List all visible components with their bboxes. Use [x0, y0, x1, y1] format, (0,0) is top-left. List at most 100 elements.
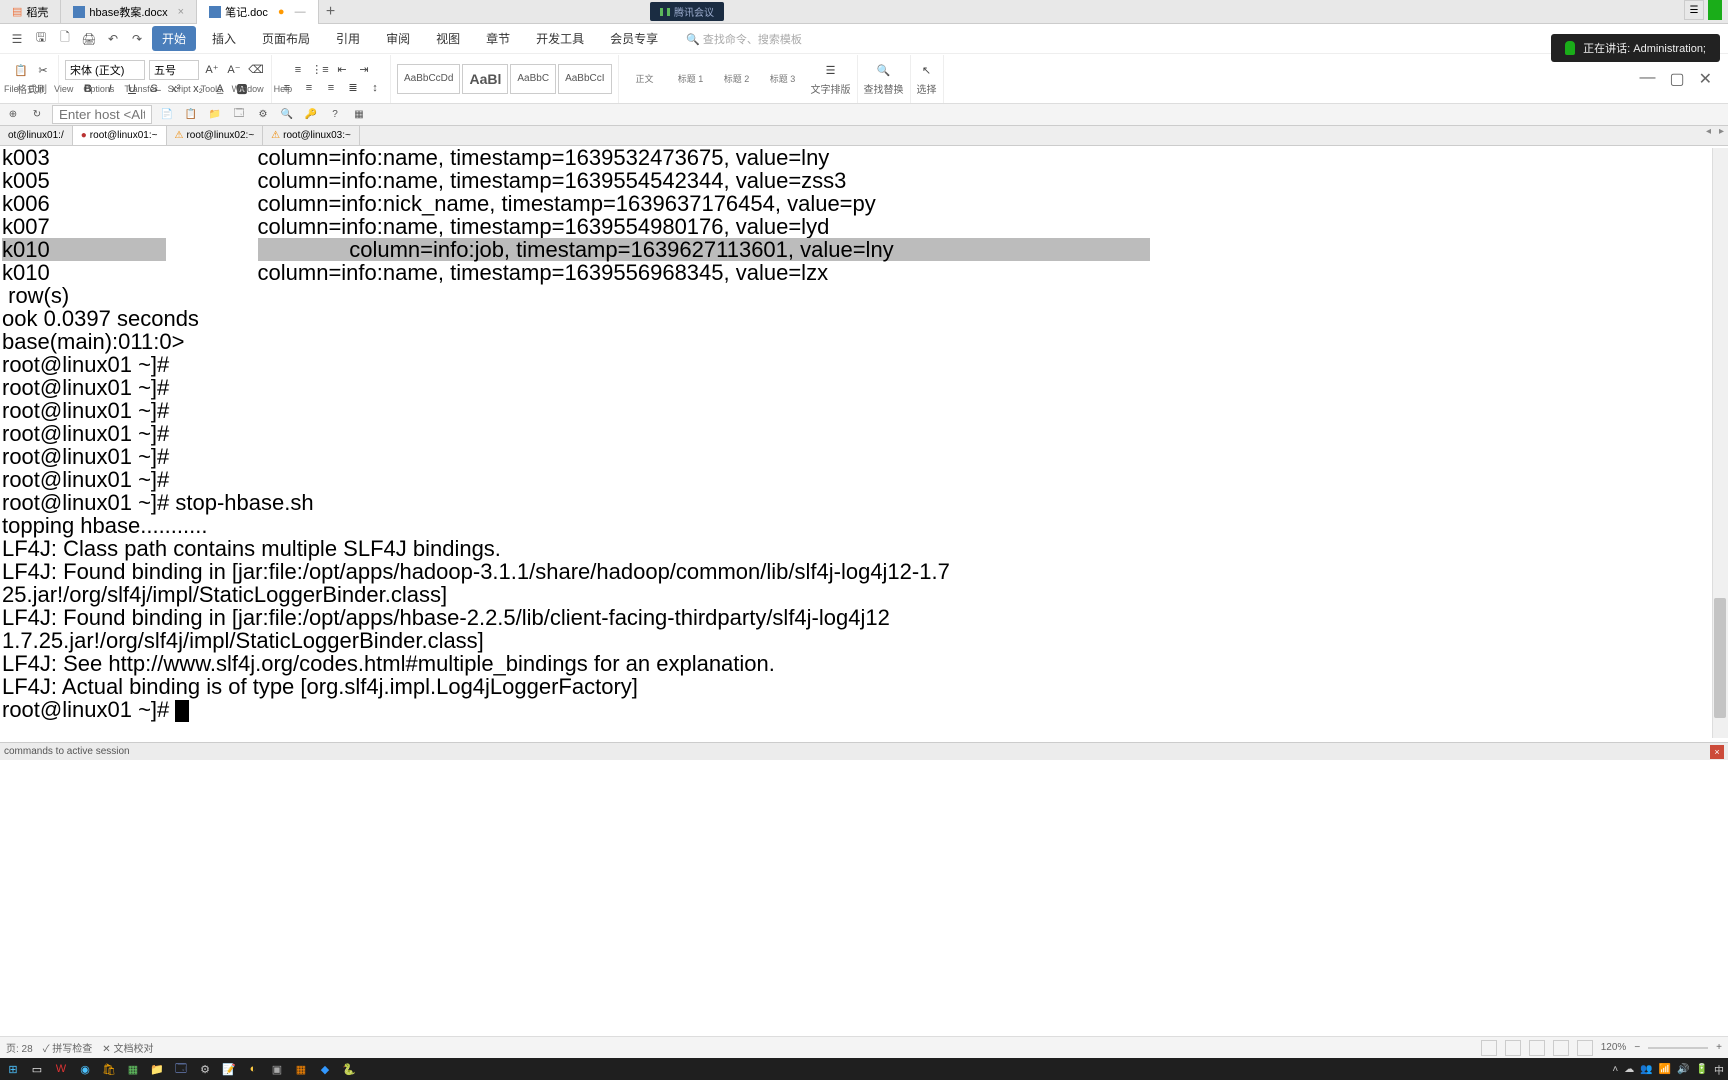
session-tab-0[interactable]: ot@linux01:/: [0, 126, 73, 145]
bullets-icon[interactable]: ≡: [289, 61, 307, 79]
justify-icon[interactable]: ≣: [344, 79, 362, 97]
menu-tools[interactable]: Tools: [201, 84, 222, 94]
doc-tab-hbase[interactable]: hbase教案.docx×: [61, 0, 197, 24]
session-tab-3[interactable]: ⚠root@linux03:~: [263, 126, 360, 145]
tray-chevron-icon[interactable]: ˄: [1612, 1064, 1618, 1075]
size-select[interactable]: [149, 60, 199, 80]
edge-icon[interactable]: ◉: [76, 1060, 94, 1078]
menu-icon[interactable]: ☰: [8, 30, 26, 48]
zoom-slider[interactable]: [1648, 1047, 1708, 1049]
search-icon[interactable]: 🔍: [278, 106, 296, 124]
menu-transfer[interactable]: Transfer: [124, 84, 157, 94]
font-select[interactable]: [65, 60, 145, 80]
tab-layout[interactable]: 页面布局: [252, 26, 320, 51]
menu-button[interactable]: ☰: [1684, 0, 1704, 20]
maximize-button[interactable]: ▢: [1669, 69, 1684, 89]
tab-chapter[interactable]: 章节: [476, 26, 520, 51]
folder-icon[interactable]: 📁: [206, 106, 224, 124]
style-h3[interactable]: AaBbCcI: [558, 64, 611, 94]
properties-icon[interactable]: 🗔: [230, 106, 248, 124]
close-icon[interactable]: ×: [1710, 745, 1724, 759]
help-icon[interactable]: ?: [326, 106, 344, 124]
view-mode-icon[interactable]: [1505, 1040, 1521, 1056]
grow-font-icon[interactable]: A⁺: [203, 61, 221, 79]
style-h2[interactable]: AaBbC: [510, 64, 556, 94]
grid-icon[interactable]: ▦: [350, 106, 368, 124]
indent-icon[interactable]: ⇥: [355, 61, 373, 79]
session-tab-2[interactable]: ⚠root@linux02:~: [167, 126, 264, 145]
zoom-level[interactable]: 120%: [1601, 1042, 1627, 1053]
ribbon-search[interactable]: 查找命令、搜索模板: [686, 31, 802, 47]
outdent-icon[interactable]: ⇤: [333, 61, 351, 79]
menu-view[interactable]: View: [54, 84, 73, 94]
wps-icon[interactable]: W: [52, 1060, 70, 1078]
style-h1[interactable]: AaBl: [462, 64, 508, 94]
view-mode-icon[interactable]: [1481, 1040, 1497, 1056]
task-view-icon[interactable]: ▭: [28, 1060, 46, 1078]
command-send-bar[interactable]: commands to active session ×: [0, 742, 1728, 760]
align-center-icon[interactable]: ≡: [300, 79, 318, 97]
chrome-icon[interactable]: ◐: [244, 1060, 262, 1078]
paste-icon[interactable]: 📋: [12, 61, 30, 79]
settings-icon[interactable]: ⚙: [254, 106, 272, 124]
align-right-icon[interactable]: ≡: [322, 79, 340, 97]
menu-file[interactable]: File: [4, 84, 19, 94]
line-spacing-icon[interactable]: ↕: [366, 79, 384, 97]
close-icon[interactable]: ×: [178, 6, 184, 18]
tab-member[interactable]: 会员专享: [600, 26, 668, 51]
save-icon[interactable]: 🖫: [32, 30, 50, 48]
terminal-output[interactable]: k003 column=info:name, timestamp=1639532…: [0, 146, 1728, 736]
undo-icon[interactable]: ↶: [104, 30, 122, 48]
redo-icon[interactable]: ↷: [128, 30, 146, 48]
terminal-icon[interactable]: ▣: [268, 1060, 286, 1078]
close-icon[interactable]: —: [295, 6, 306, 18]
store-icon[interactable]: 🛍: [100, 1060, 118, 1078]
next-tab-icon[interactable]: ▸: [1715, 126, 1728, 145]
tray-battery-icon[interactable]: 🔋: [1696, 1064, 1708, 1075]
app-icon[interactable]: ▦: [292, 1060, 310, 1078]
select-group[interactable]: ↖ 选择: [911, 55, 944, 103]
key-icon[interactable]: 🔑: [302, 106, 320, 124]
app-icon[interactable]: ▦: [124, 1060, 142, 1078]
notes-icon[interactable]: 📝: [220, 1060, 238, 1078]
tray-volume-icon[interactable]: 🔊: [1677, 1064, 1689, 1075]
cut-icon[interactable]: ✂: [34, 61, 52, 79]
settings-icon[interactable]: ⚙: [196, 1060, 214, 1078]
explorer-icon[interactable]: 📁: [148, 1060, 166, 1078]
style-body[interactable]: AaBbCcDd: [397, 64, 460, 94]
clear-format-icon[interactable]: ⌫: [247, 61, 265, 79]
minimize-button[interactable]: —: [1639, 69, 1655, 89]
app-icon[interactable]: ◆: [316, 1060, 334, 1078]
python-icon[interactable]: 🐍: [340, 1060, 358, 1078]
find-group[interactable]: 🔍 查找替换: [858, 55, 911, 103]
zoom-in-button[interactable]: +: [1716, 1042, 1722, 1053]
tray-people-icon[interactable]: 👥: [1640, 1064, 1652, 1075]
tray-wifi-icon[interactable]: 📶: [1659, 1064, 1671, 1075]
spellcheck-toggle[interactable]: ✓ 拼写检查: [43, 1040, 93, 1055]
tencent-meeting-badge[interactable]: 腾讯会议: [650, 2, 724, 21]
view-mode-icon[interactable]: [1529, 1040, 1545, 1056]
text-layout-group[interactable]: ☰ 文字排版: [805, 55, 858, 103]
menu-help[interactable]: Help: [274, 84, 293, 94]
view-mode-icon[interactable]: [1577, 1040, 1593, 1056]
print-preview-icon[interactable]: 🗋: [56, 30, 74, 48]
tab-review[interactable]: 审阅: [376, 26, 420, 51]
tray-cloud-icon[interactable]: ☁: [1624, 1064, 1634, 1075]
session-tab-1[interactable]: ●root@linux01:~: [73, 126, 167, 145]
prev-tab-icon[interactable]: ◂: [1702, 126, 1715, 145]
doc-tab-daoke[interactable]: ▤稻壳: [0, 0, 61, 24]
tab-start[interactable]: 开始: [152, 26, 196, 51]
reconnect-icon[interactable]: ↻: [28, 106, 46, 124]
tab-view[interactable]: 视图: [426, 26, 470, 51]
doc-tab-notes[interactable]: 笔记.doc●—: [197, 0, 318, 24]
tab-ref[interactable]: 引用: [326, 26, 370, 51]
menu-script[interactable]: Script: [168, 84, 191, 94]
close-button[interactable]: ✕: [1699, 69, 1712, 89]
numbering-icon[interactable]: ⋮≡: [311, 61, 329, 79]
paste-icon[interactable]: 📋: [182, 106, 200, 124]
tab-dev[interactable]: 开发工具: [526, 26, 594, 51]
host-input[interactable]: [52, 105, 152, 124]
menu-window[interactable]: Window: [232, 84, 264, 94]
zoom-out-button[interactable]: −: [1634, 1042, 1640, 1053]
start-button[interactable]: ⊞: [4, 1060, 22, 1078]
